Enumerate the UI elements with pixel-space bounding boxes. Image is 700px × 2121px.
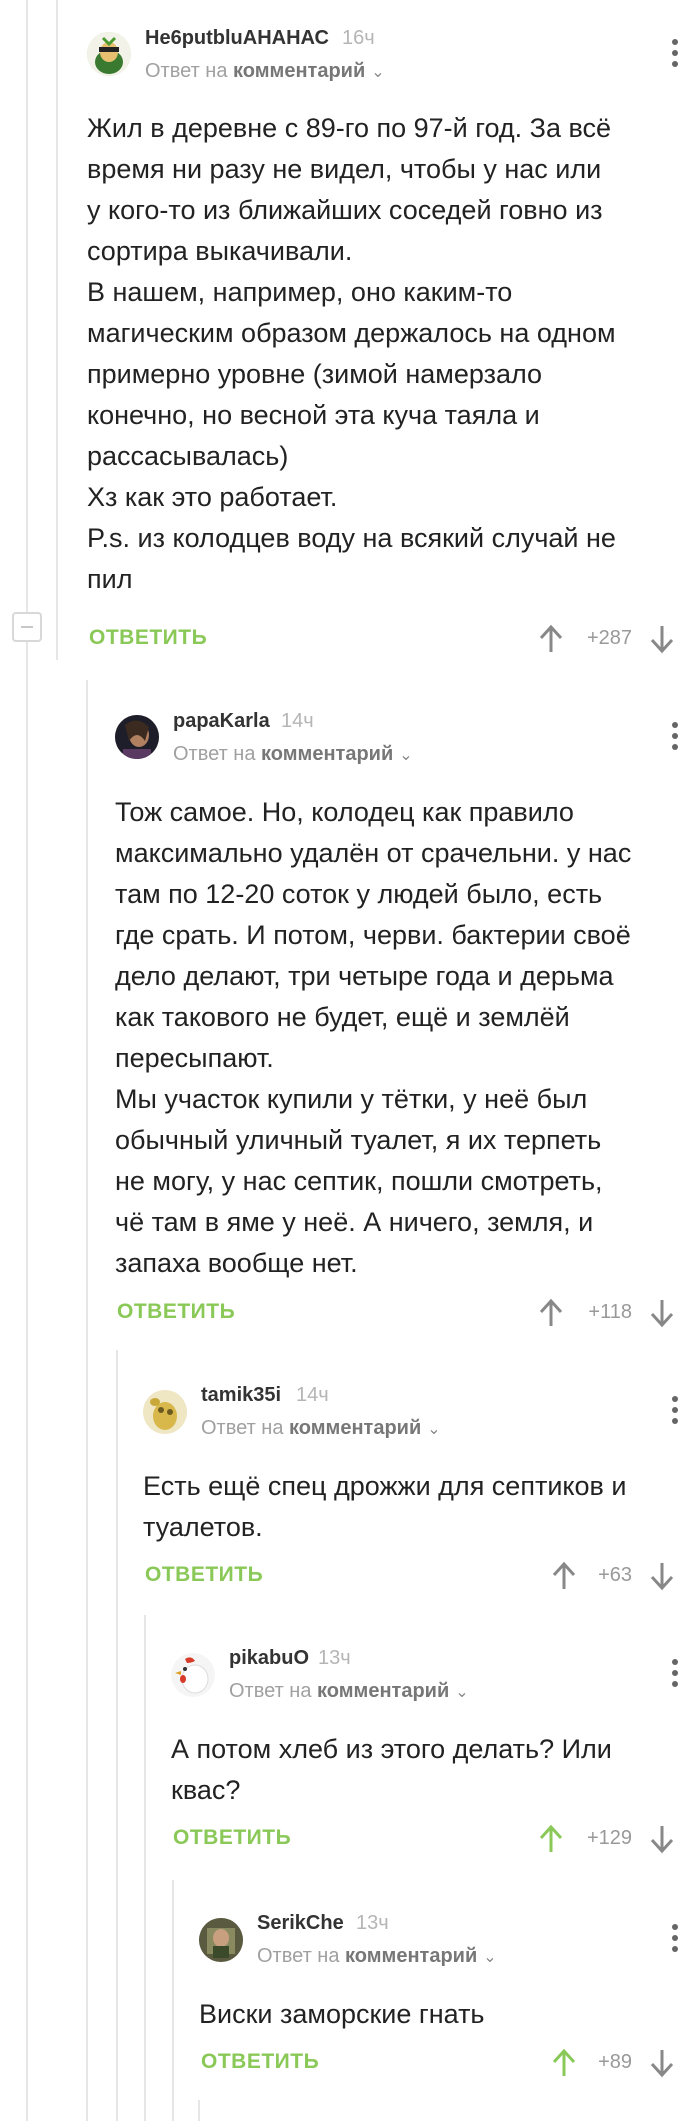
- more-menu-icon[interactable]: [660, 717, 690, 757]
- reply-button[interactable]: ОТВЕТИТЬ: [117, 1300, 235, 1324]
- reply-to-link[interactable]: Ответ на комментарий ⌄: [201, 1417, 441, 1440]
- comment: papaKarla 14ч Ответ на комментарий ⌄ Тож …: [0, 680, 700, 1330]
- author-name[interactable]: tamik35i: [201, 1384, 281, 1407]
- downvote-arrow-icon[interactable]: [648, 1561, 676, 1591]
- reply-to-target: комментарий: [289, 1417, 422, 1439]
- comment-text: Жил в деревне с 89-го по 97-й год. За вс…: [87, 113, 616, 594]
- reply-to-prefix: Ответ на: [145, 60, 228, 82]
- more-menu-icon[interactable]: [660, 1919, 690, 1959]
- comment: SerikChe 13ч Ответ на комментарий ⌄ Виски…: [0, 1880, 700, 2121]
- comment-text: А потом хлеб из этого делать? Или квас?: [171, 1734, 612, 1805]
- downvote-arrow-icon[interactable]: [648, 1298, 676, 1328]
- reply-to-prefix: Ответ на: [173, 743, 256, 765]
- reply-button[interactable]: ОТВЕТИТЬ: [145, 1563, 263, 1587]
- reply-to-target: комментарий: [345, 1945, 478, 1967]
- comment-text: Тож самое. Но, колодец как правило максим…: [115, 797, 632, 1278]
- comment-text: Есть ещё спец дрожжи для септиков и туале…: [143, 1471, 627, 1542]
- rating-score: +129: [586, 1827, 632, 1849]
- rating-score: +63: [598, 1564, 632, 1586]
- author-name[interactable]: Не6putbluАНАНАС: [145, 27, 329, 50]
- more-menu-icon[interactable]: [660, 34, 690, 74]
- upvote-arrow-icon[interactable]: [537, 1824, 565, 1854]
- reply-to-target: комментарий: [261, 743, 394, 765]
- avatar[interactable]: [199, 1918, 243, 1962]
- avatar[interactable]: [87, 32, 131, 76]
- comment-time: 16ч: [342, 27, 375, 49]
- comment-time: 14ч: [281, 710, 314, 732]
- comment-time: 13ч: [356, 1912, 389, 1934]
- downvote-arrow-icon[interactable]: [648, 624, 676, 654]
- upvote-arrow-icon[interactable]: [537, 624, 565, 654]
- downvote-arrow-icon[interactable]: [648, 2048, 676, 2078]
- reply-to-target: комментарий: [317, 1680, 450, 1702]
- more-menu-icon[interactable]: [660, 1391, 690, 1431]
- rating-score: +287: [586, 627, 632, 649]
- upvote-arrow-icon[interactable]: [537, 1298, 565, 1328]
- reply-button[interactable]: ОТВЕТИТЬ: [89, 626, 207, 650]
- comment: Не6putbluАНАНАС 16ч Ответ на комментарий…: [0, 0, 700, 660]
- author-name[interactable]: SerikChe: [257, 1912, 344, 1935]
- more-menu-icon[interactable]: [660, 1654, 690, 1694]
- chevron-down-icon: ⌄: [455, 1684, 469, 1701]
- comment: pikabuO 13ч Ответ на комментарий ⌄ А пото…: [0, 1615, 700, 1875]
- reply-to-target: комментарий: [233, 60, 366, 82]
- chevron-down-icon: ⌄: [483, 1949, 497, 1966]
- chevron-down-icon: ⌄: [371, 64, 385, 81]
- author-name[interactable]: pikabuO: [229, 1647, 309, 1670]
- reply-button[interactable]: ОТВЕТИТЬ: [173, 1826, 291, 1850]
- comment-time: 13ч: [318, 1647, 351, 1669]
- avatar[interactable]: [143, 1390, 187, 1434]
- chevron-down-icon: ⌄: [399, 747, 413, 764]
- comment-text: Виски заморские гнать: [199, 1999, 485, 2029]
- downvote-arrow-icon[interactable]: [648, 1824, 676, 1854]
- chevron-down-icon: ⌄: [427, 1421, 441, 1438]
- comment-time: 14ч: [296, 1384, 329, 1406]
- avatar[interactable]: [115, 715, 159, 759]
- reply-to-prefix: Ответ на: [257, 1945, 340, 1967]
- reply-to-prefix: Ответ на: [201, 1417, 284, 1439]
- avatar[interactable]: [171, 1653, 215, 1697]
- reply-to-link[interactable]: Ответ на комментарий ⌄: [173, 743, 413, 766]
- reply-to-link[interactable]: Ответ на комментарий ⌄: [145, 60, 385, 83]
- reply-to-link[interactable]: Ответ на комментарий ⌄: [229, 1680, 469, 1703]
- rating-score: +118: [588, 1301, 632, 1323]
- reply-to-link[interactable]: Ответ на комментарий ⌄: [257, 1945, 497, 1968]
- reply-to-prefix: Ответ на: [229, 1680, 312, 1702]
- rating-score: +89: [598, 2051, 632, 2073]
- author-name[interactable]: papaKarla: [173, 710, 270, 733]
- reply-button[interactable]: ОТВЕТИТЬ: [201, 2050, 319, 2074]
- comment: tamik35i 14ч Ответ на комментарий ⌄ Есть …: [0, 1350, 700, 1610]
